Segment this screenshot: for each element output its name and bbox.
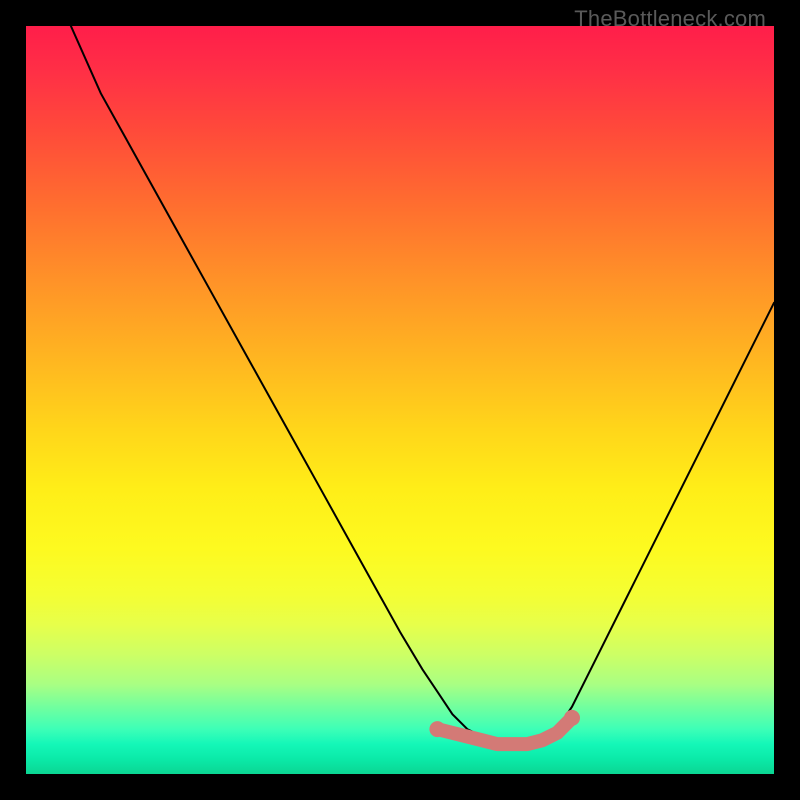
gradient-background xyxy=(26,26,774,774)
plot-area xyxy=(26,26,774,774)
chart-frame: TheBottleneck.com xyxy=(0,0,800,800)
